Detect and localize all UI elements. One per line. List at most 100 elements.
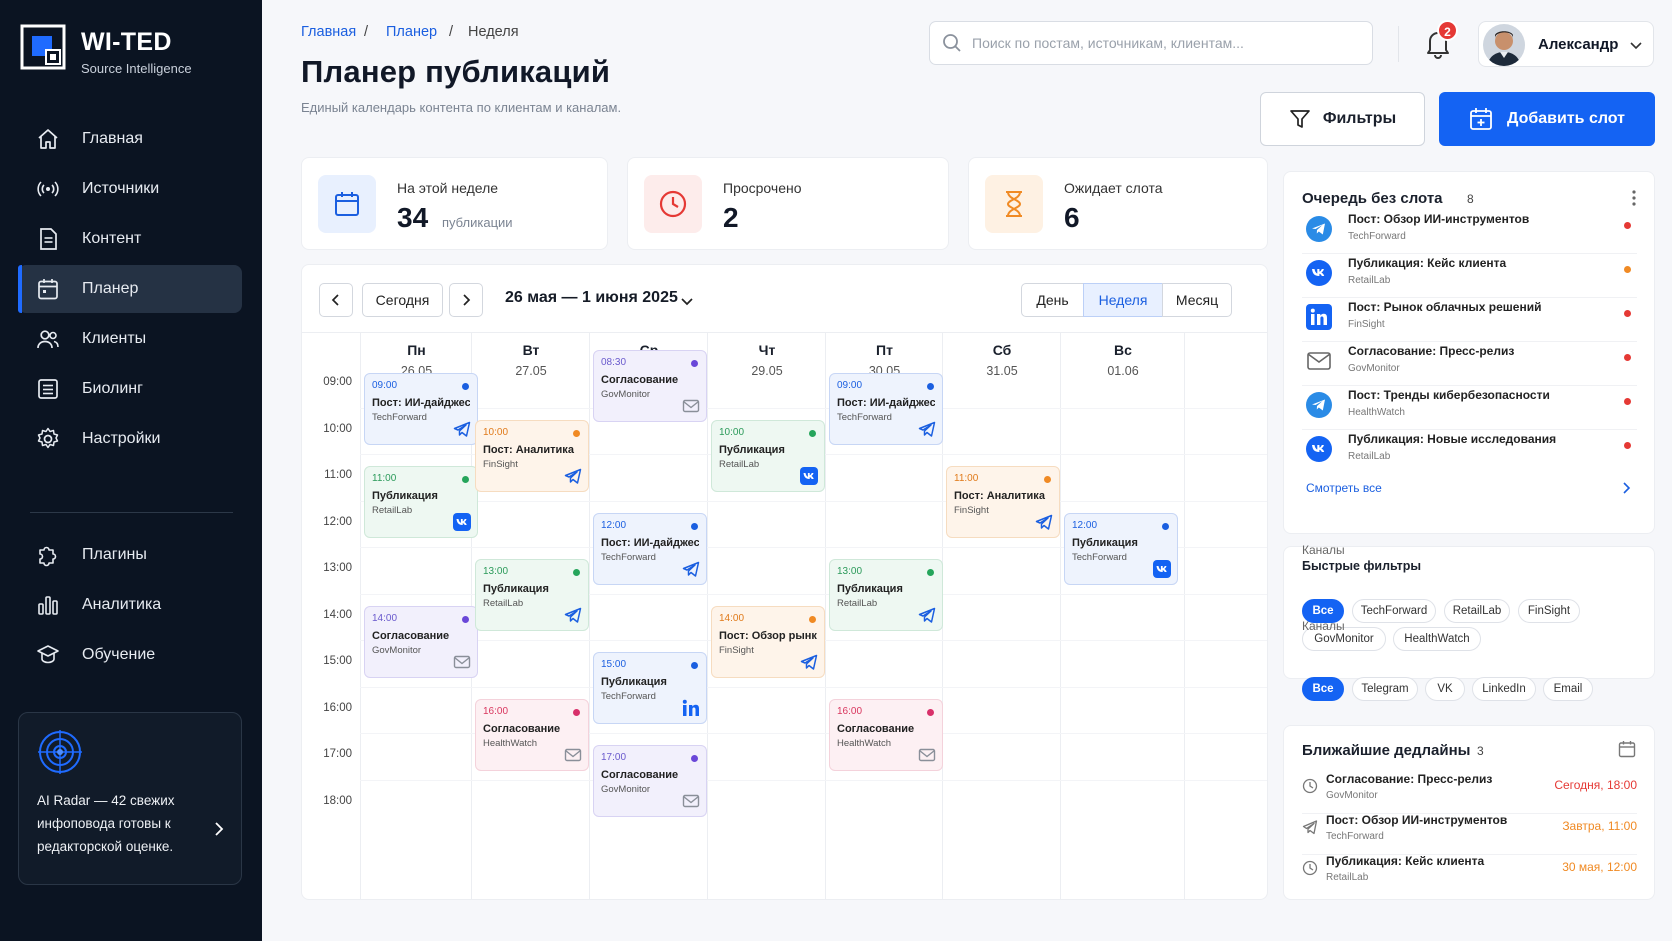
search-box[interactable] [929,21,1373,65]
calendar-event[interactable]: 13:00 Публикация RetailLab [475,559,589,631]
event-title: Пост: ИИ-дайджест [837,397,935,409]
calendar-event[interactable]: 16:00 Согласование HealthWatch [475,698,589,771]
event-title: Пост: Обзор рынка [719,629,817,642]
sidebar-item-calendar[interactable]: Планер [18,265,242,313]
filter-chip[interactable]: TechForward [1352,599,1436,623]
stat-card-week: На этой неделе 34 публикации [301,157,608,250]
logo-icon [20,24,66,70]
brand-tagline: Source Intelligence [81,61,192,76]
filter-chip[interactable]: Все [1302,677,1344,701]
ai-radar-card[interactable]: AI Radar — 42 свежих инфоповода готовы к… [18,712,242,885]
filter-chip[interactable]: Telegram [1352,677,1418,701]
vk-icon [1153,559,1171,578]
calendar-event[interactable]: 10:00 Публикация RetailLab [711,419,825,492]
filter-chip[interactable]: FinSight [1518,599,1580,623]
filter-chip[interactable]: HealthWatch [1393,627,1481,651]
user-menu[interactable]: Александр [1478,21,1654,67]
grid-row-line [360,407,1267,409]
telegram-icon [682,560,700,578]
calendar-event[interactable]: 14:00 Пост: Обзор рынка FinSight [711,605,825,678]
sidebar-item-label: Главная [82,130,143,147]
priority-dot [1624,442,1631,449]
event-time: 14:00 [372,612,398,624]
calendar-event[interactable]: 11:00 Публикация RetailLab [364,466,478,538]
chevron-right-icon[interactable] [211,821,227,837]
stat-label: Ожидает слота [1064,180,1163,196]
calendar-event[interactable]: 09:00 Пост: ИИ-дайджест TechForward [829,373,943,445]
today-button[interactable]: Сегодня [362,283,443,317]
sidebar-item-home[interactable]: Главная [18,115,242,163]
prev-week-button[interactable] [319,283,353,317]
sidebar-item-users[interactable]: Клиенты [18,315,242,363]
ai-radar-text: AI Radar — 42 свежих инфоповода готовы к… [37,793,175,854]
breadcrumb-home[interactable]: Главная [301,24,356,40]
calendar-event[interactable]: 11:00 Пост: Аналитика FinSight [946,466,1060,538]
queue-item[interactable]: Согласование: Пресс-релиз GovMonitor [1302,342,1637,386]
queue-item[interactable]: Пост: Тренды кибербезопасности HealthWatc… [1302,386,1637,430]
sidebar-item-list[interactable]: Биолинг [18,365,242,413]
vk-icon [453,513,471,531]
filter-chip[interactable]: Email [1543,677,1593,701]
event-title: Согласование [483,722,561,735]
broadcast-icon [37,181,59,197]
calendar-event[interactable]: 14:00 Согласование GovMonitor [364,605,478,678]
sidebar-item-puzzle[interactable]: Плагины [18,531,242,579]
filter-chip[interactable]: VK [1425,677,1465,701]
grid-column-line [707,332,708,899]
sidebar-item-bar-chart[interactable]: Аналитика [18,581,242,629]
deadline-item[interactable]: Пост: Обзор ИИ-инструментов TechForward За… [1302,813,1637,855]
event-title: Публикация [837,583,903,595]
calendar-event[interactable]: 12:00 Публикация TechForward [1064,512,1178,585]
deadline-item[interactable]: Публикация: Кейс клиента RetailLab 30 мая,… [1302,854,1637,896]
queue-item[interactable]: Пост: Рынок облачных решений FinSight [1302,298,1637,342]
calendar-icon [335,192,359,216]
day-header-name: Вс [1114,342,1132,358]
event-title: Публикация [601,676,667,688]
see-all-link[interactable]: Смотреть все [1306,481,1382,495]
chevron-left-icon [331,294,339,306]
calendar-event[interactable]: 15:00 Публикация TechForward [593,652,707,724]
deadline-item[interactable]: Согласование: Пресс-релиз GovMonitor Сегод… [1302,772,1637,814]
queue-item[interactable]: Публикация: Новые исследования RetailLab [1302,430,1637,474]
add-slot-button[interactable]: Добавить слот [1439,92,1655,146]
calendar-icon[interactable] [1618,740,1636,758]
breadcrumb-planner[interactable]: Планер [386,24,437,40]
calendar-event[interactable]: 17:00 Согласование GovMonitor [593,745,707,817]
next-week-button[interactable] [449,283,483,317]
day-header-name: Пн [407,342,426,358]
more-icon[interactable] [1632,190,1636,206]
calendar-event[interactable]: 10:00 Пост: Аналитика FinSight [475,419,589,492]
view-month[interactable]: Месяц [1162,283,1232,317]
chevron-right-icon[interactable] [1620,482,1632,494]
filter-chip[interactable]: LinkedIn [1472,677,1536,701]
queue-item[interactable]: Пост: Обзор ИИ-инструментов TechForward [1302,210,1637,254]
calendar-event[interactable]: 08:30 Согласование GovMonitor [593,349,707,422]
breadcrumb-separator: / [364,24,369,40]
filters-button[interactable]: Фильтры [1260,92,1425,146]
sidebar-item-document[interactable]: Контент [18,215,242,263]
filter-chip[interactable]: RetailLab [1444,599,1510,623]
view-day[interactable]: День [1021,283,1084,317]
chevron-down-icon[interactable] [680,294,694,308]
view-week[interactable]: Неделя [1083,283,1163,317]
date-range-label[interactable]: 26 мая — 1 июня 2025 [505,289,678,307]
search-input[interactable] [972,35,1352,51]
breadcrumb-separator: / [449,24,454,40]
telegram-icon [1306,392,1332,418]
calendar-event[interactable]: 13:00 Публикация RetailLab [829,559,943,631]
calendar-icon [38,279,58,300]
sidebar-item-graduation[interactable]: Обучение [18,631,242,679]
event-title: Пост: Аналитика [954,490,1045,502]
calendar-plus-icon [1470,108,1492,130]
sidebar-item-broadcast[interactable]: Источники [18,165,242,213]
calendar-event[interactable]: 16:00 Согласование HealthWatch [829,698,943,771]
sidebar-item-gear[interactable]: Настройки [18,415,242,463]
sidebar-item-label: Аналитика [82,596,162,613]
calendar-event[interactable]: 09:00 Пост: ИИ-дайджест TechForward [364,373,478,445]
day-header-date: 01.06 [1107,364,1139,378]
email-icon [918,746,936,764]
queue-item[interactable]: Публикация: Кейс клиента RetailLab [1302,254,1637,298]
calendar-event[interactable]: 12:00 Пост: ИИ-дайджест TechForward [593,512,707,585]
sidebar-item-label: Биолинг [82,380,143,397]
time-label: 13:00 [323,562,352,574]
